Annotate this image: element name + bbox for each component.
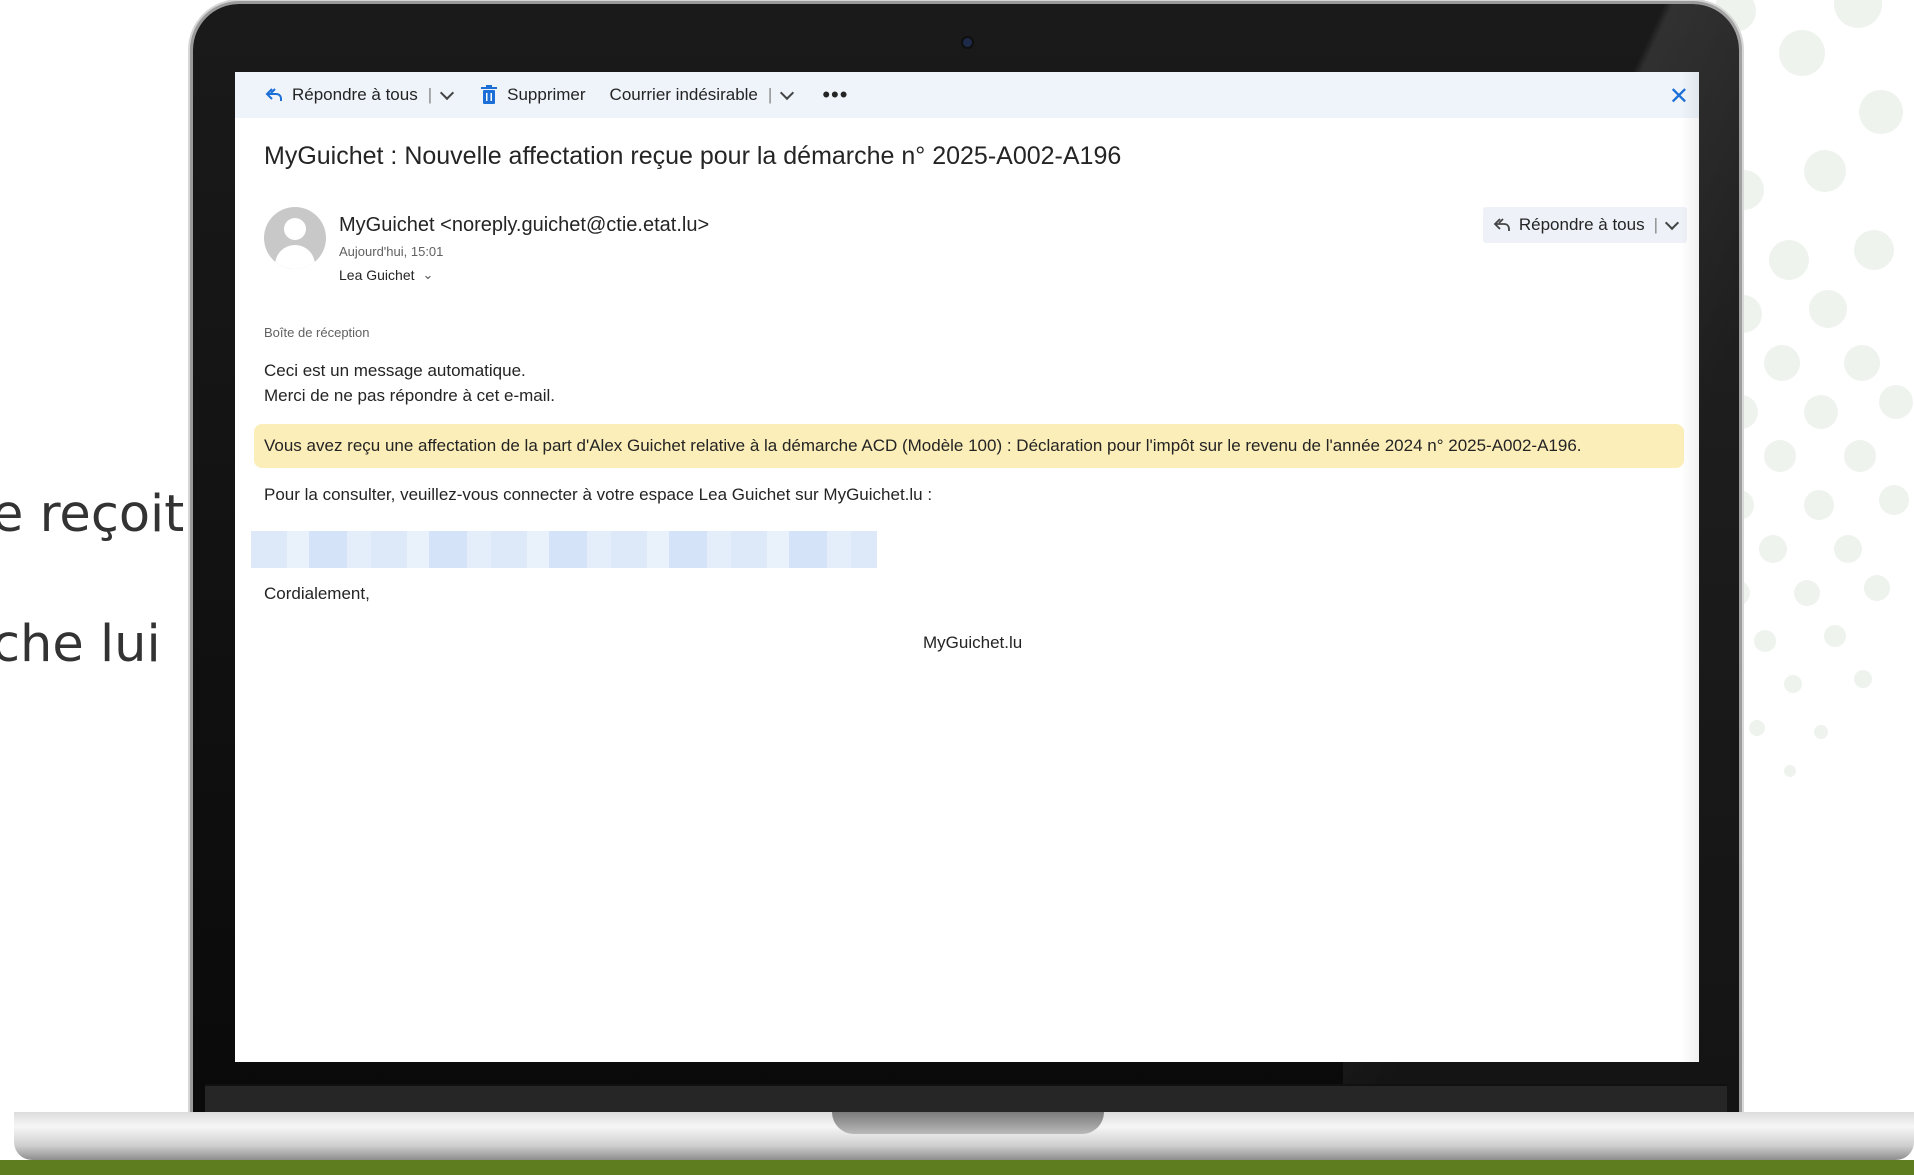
- signature: MyGuichet.lu: [923, 633, 1023, 652]
- webcam-icon: [963, 38, 972, 47]
- reply-all-label: Répondre à tous: [292, 85, 418, 104]
- reply-all-icon: [265, 86, 283, 104]
- more-actions-button[interactable]: •••: [822, 82, 848, 108]
- sender-address[interactable]: MyGuichet <noreply.guichet@ctie.etat.lu>: [339, 214, 709, 237]
- folder-label[interactable]: Boîte de réception: [264, 325, 370, 340]
- laptop-notch: [832, 1112, 1104, 1134]
- chevron-down-icon[interactable]: [1664, 215, 1680, 230]
- double-chevron-down-icon[interactable]: ⌄: [423, 267, 434, 283]
- reply-all-icon: [1493, 216, 1511, 234]
- delete-label: Supprimer: [507, 85, 586, 104]
- reply-all-toolbar-button[interactable]: Répondre à tous |: [265, 85, 455, 105]
- blurred-link[interactable]: [251, 531, 877, 568]
- highlighted-notice: Vous avez reçu une affectation de la par…: [254, 424, 1684, 468]
- email-toolbar: Répondre à tous | Supprimer Courrier ind…: [235, 72, 1699, 118]
- chevron-down-icon[interactable]: [440, 85, 455, 100]
- body-line-instructions: Pour la consulter, veuillez-vous connect…: [264, 485, 933, 504]
- junk-label: Courrier indésirable: [609, 85, 758, 104]
- slide-text-line-1: e reçoit: [0, 485, 185, 544]
- closing-text: Cordialement,: [264, 584, 370, 603]
- junk-mail-button[interactable]: Courrier indésirable |: [609, 85, 795, 105]
- email-date: Aujourd'hui, 15:01: [339, 244, 444, 259]
- delete-button[interactable]: Supprimer: [480, 85, 586, 105]
- slide-text-line-2: che lui: [0, 615, 161, 674]
- email-reading-pane: Répondre à tous | Supprimer Courrier ind…: [235, 72, 1699, 1062]
- reply-all-button-label: Répondre à tous: [1518, 215, 1645, 234]
- brand-strip: [0, 1160, 1914, 1175]
- body-line-auto-message: Ceci est un message automatique.: [264, 361, 526, 380]
- body-line-no-reply: Merci de ne pas répondre à cet e-mail.: [264, 386, 556, 405]
- recipient-line[interactable]: Lea Guichet ⌄: [339, 267, 433, 283]
- avatar[interactable]: [264, 207, 326, 269]
- recipient-name: Lea Guichet: [339, 267, 415, 283]
- reply-all-button[interactable]: Répondre à tous |: [1482, 207, 1687, 243]
- chevron-down-icon[interactable]: [780, 85, 795, 100]
- email-subject: MyGuichet : Nouvelle affectation reçue p…: [264, 142, 1122, 170]
- trash-icon: [480, 85, 498, 105]
